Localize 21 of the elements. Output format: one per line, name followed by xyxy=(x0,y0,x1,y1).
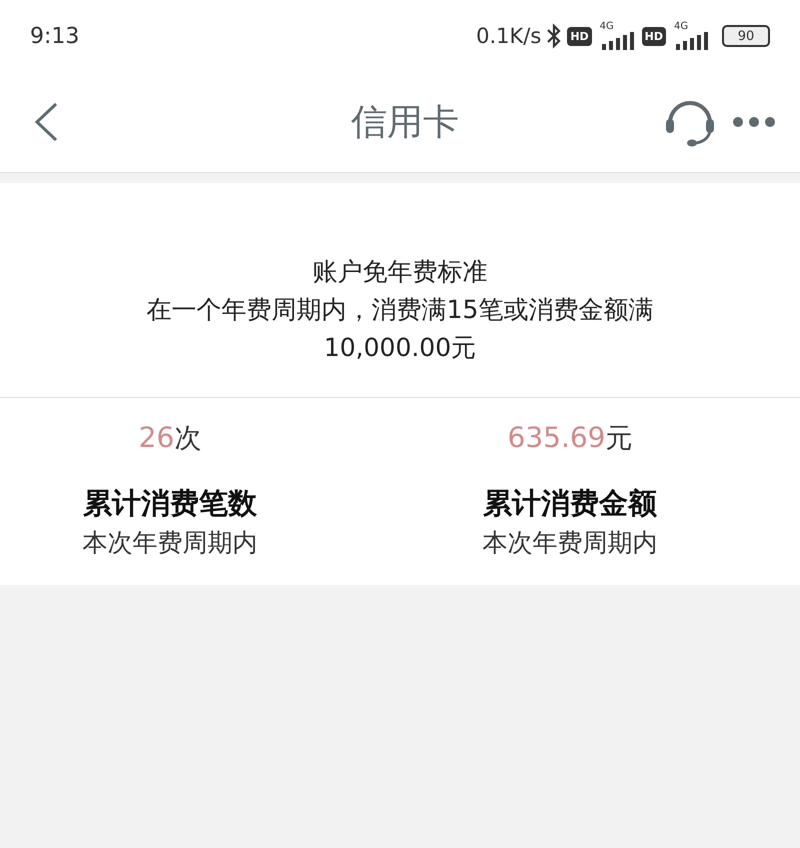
stat-value: 635.69 xyxy=(508,421,606,454)
clock-time: 9:13 xyxy=(30,24,80,48)
hd-badge: HD xyxy=(642,26,666,46)
battery-level: 90 xyxy=(738,30,754,42)
stat-unit: 次 xyxy=(174,422,202,456)
page-title: 信用卡 xyxy=(351,100,459,144)
standard-description: 在一个年费周期内，消费满15笔或消费金额满10,000.00元 xyxy=(146,294,654,364)
more-icon[interactable] xyxy=(732,116,776,128)
network-speed: 0.1K/s xyxy=(476,24,542,48)
back-icon[interactable] xyxy=(34,102,58,142)
stat-label: 累计消费金额 xyxy=(483,485,657,522)
bluetooth-icon xyxy=(547,23,562,49)
stat-unit: 元 xyxy=(605,422,632,456)
stat-label: 累计消费笔数 xyxy=(83,485,257,522)
network-type: 4G xyxy=(600,22,614,32)
stat-value: 26 xyxy=(138,421,174,454)
network-type: 4G xyxy=(674,22,688,32)
hd-badge: HD xyxy=(567,26,592,46)
stat-period: 本次年费周期内 xyxy=(482,527,658,559)
stat-period: 本次年费周期内 xyxy=(82,527,258,559)
standard-title: 账户免年费标准 xyxy=(312,256,488,288)
